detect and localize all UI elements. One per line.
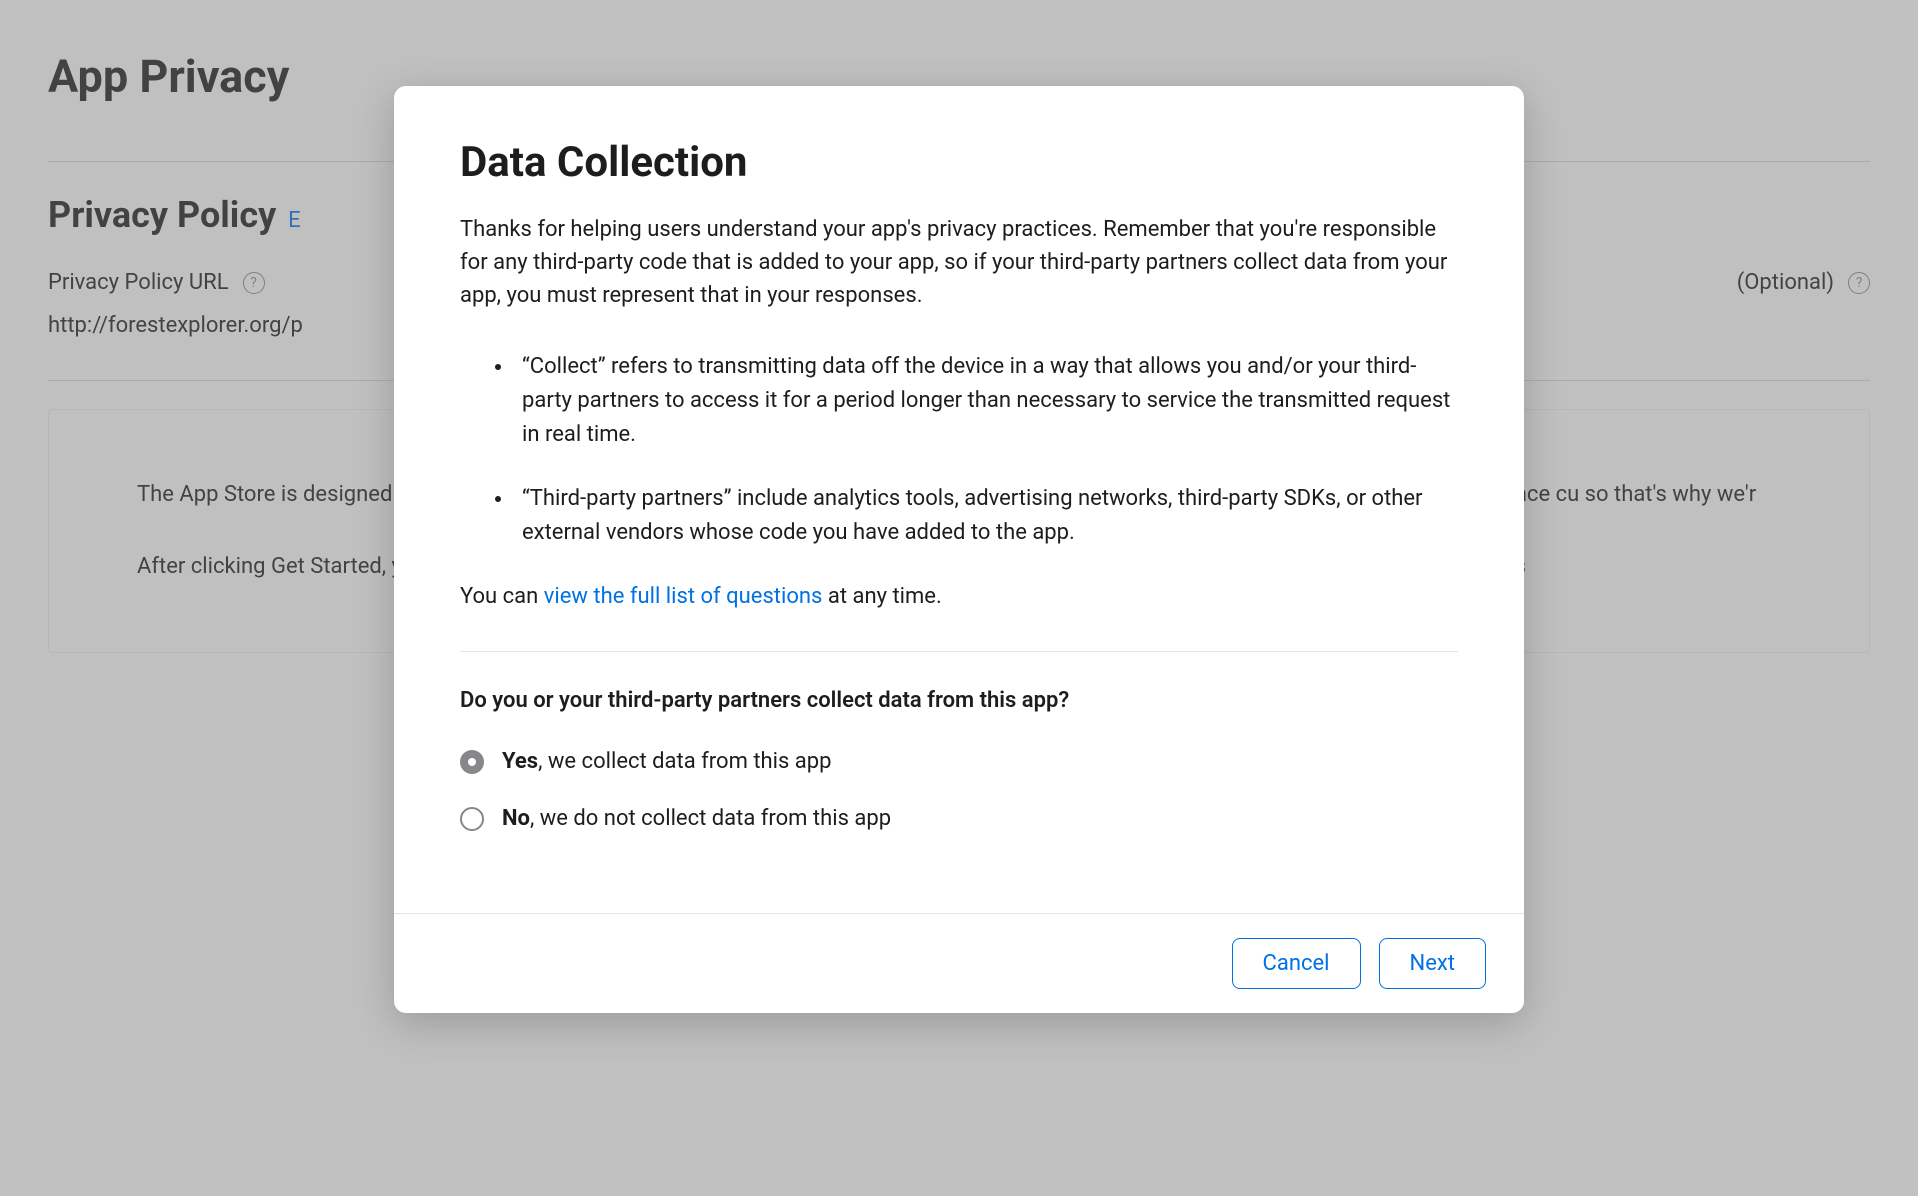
cancel-button[interactable]: Cancel xyxy=(1232,938,1361,989)
modal-definitions-list: “Collect” refers to transmitting data of… xyxy=(460,350,1458,550)
list-item: “Collect” refers to transmitting data of… xyxy=(514,350,1458,452)
modal-body: Data Collection Thanks for helping users… xyxy=(394,86,1524,913)
modal-footer: Cancel Next xyxy=(394,913,1524,1013)
data-collection-modal: Data Collection Thanks for helping users… xyxy=(394,86,1524,1013)
radio-icon xyxy=(460,750,484,774)
next-button[interactable]: Next xyxy=(1379,938,1486,989)
radio-option-yes[interactable]: Yes, we collect data from this app xyxy=(460,749,1458,774)
radio-option-no[interactable]: No, we do not collect data from this app xyxy=(460,806,1458,831)
radio-label: Yes, we collect data from this app xyxy=(502,749,831,774)
link-suffix: at any time. xyxy=(822,584,941,609)
link-prefix: You can xyxy=(460,584,544,609)
modal-overlay: Data Collection Thanks for helping users… xyxy=(0,0,1918,1196)
divider xyxy=(460,651,1458,652)
radio-icon xyxy=(460,807,484,831)
view-questions-link[interactable]: view the full list of questions xyxy=(544,584,823,609)
modal-title: Data Collection xyxy=(460,138,1458,187)
modal-intro: Thanks for helping users understand your… xyxy=(460,213,1458,312)
modal-question: Do you or your third-party partners coll… xyxy=(460,688,1458,713)
modal-link-line: You can view the full list of questions … xyxy=(460,584,1458,609)
list-item: “Third-party partners” include analytics… xyxy=(514,482,1458,550)
radio-label: No, we do not collect data from this app xyxy=(502,806,891,831)
